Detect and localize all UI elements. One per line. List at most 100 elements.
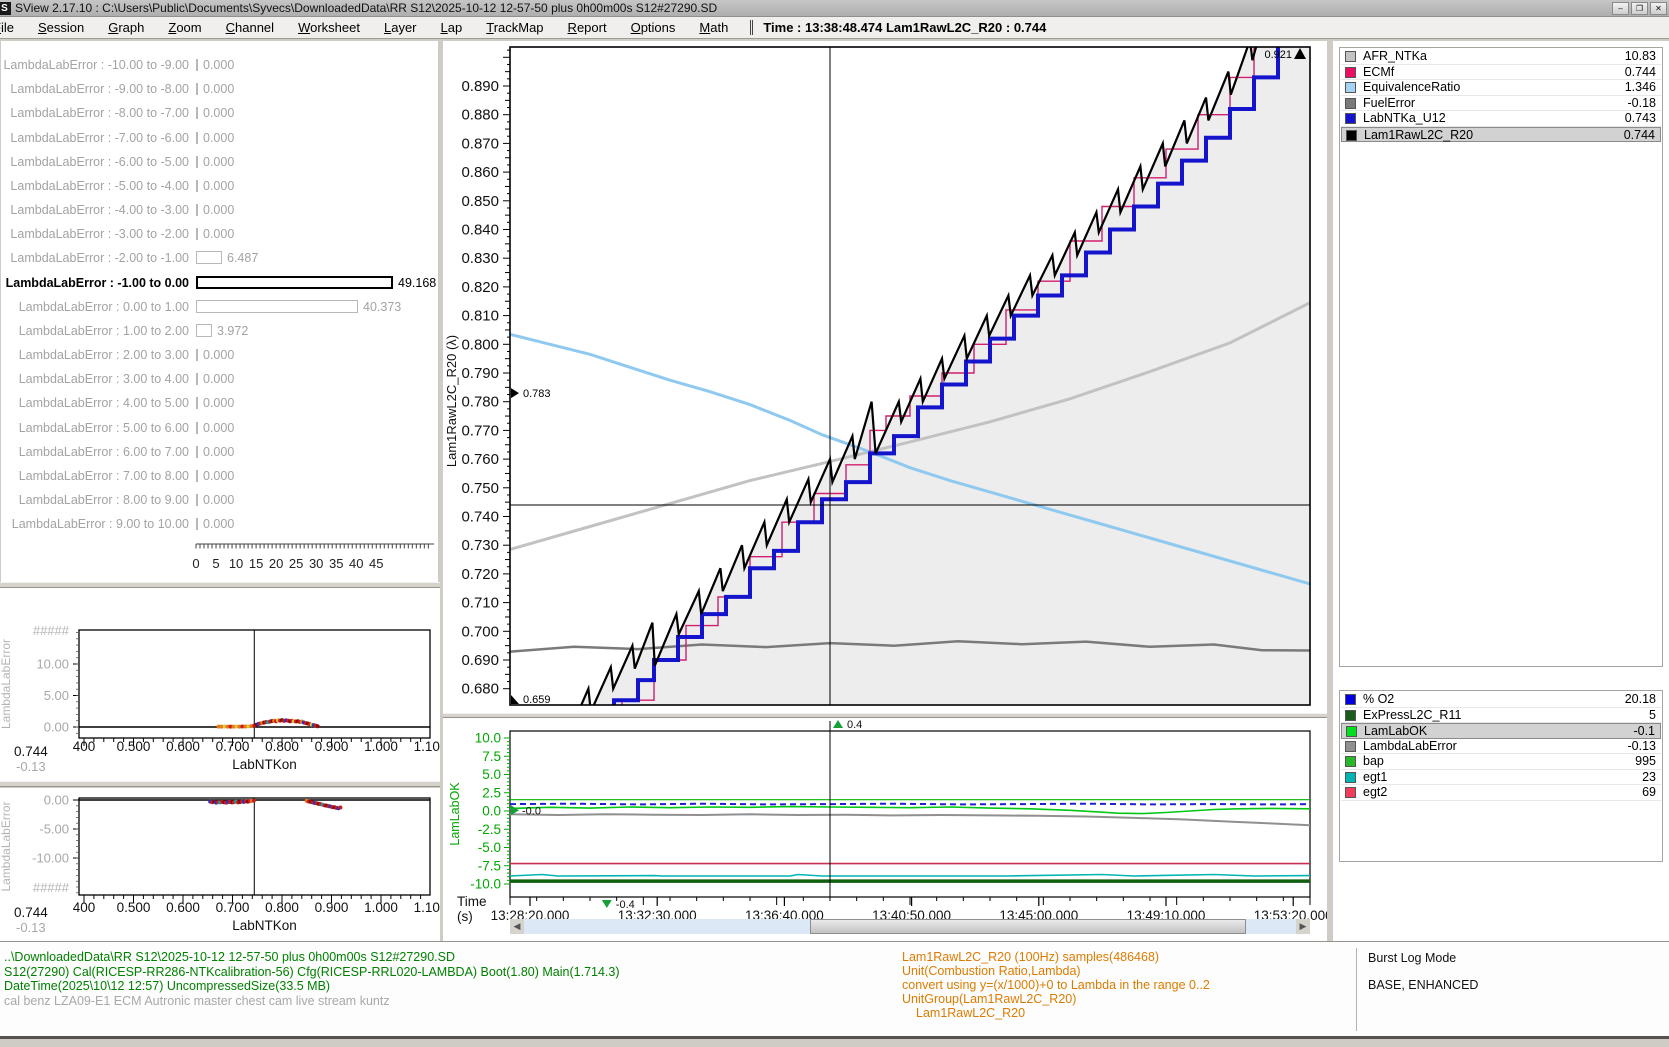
histogram-row[interactable]: LambdaLabError : 8.00 to 9.000.000 bbox=[1, 491, 438, 509]
histogram-row-label: LambdaLabError : 2.00 to 3.00 bbox=[1, 346, 189, 364]
histogram-row[interactable]: LambdaLabError : -8.00 to -7.000.000 bbox=[1, 104, 438, 122]
channel-color-swatch bbox=[1345, 772, 1356, 783]
histogram-panel[interactable]: LambdaLabError : -10.00 to -9.000.000 Lam… bbox=[1, 41, 438, 582]
histogram-zero-tick bbox=[196, 373, 198, 385]
svg-text:10.00: 10.00 bbox=[36, 657, 69, 672]
time-scrollbar[interactable]: ◀ ▶ bbox=[510, 919, 1310, 934]
cursor-readout: Time : 13:38:48.474 Lam1RawL2C_R20 : 0.7… bbox=[750, 20, 1046, 35]
sview-window: S SView 2.17.10 : C:\Users\Public\Docume… bbox=[0, 0, 1669, 1047]
channel-color-swatch bbox=[1346, 130, 1357, 141]
menu-item-layer[interactable]: Layer bbox=[384, 20, 417, 35]
menu-item-zoom[interactable]: Zoom bbox=[168, 20, 201, 35]
channel-row-labntka-u12[interactable]: LabNTKa_U120.743 bbox=[1341, 111, 1661, 127]
channel-row-afr-ntka[interactable]: AFR_NTKa10.83 bbox=[1341, 49, 1661, 65]
minimize-button[interactable]: – bbox=[1612, 2, 1629, 15]
channel-color-swatch bbox=[1345, 51, 1356, 62]
svg-text:-10.00: -10.00 bbox=[32, 851, 69, 866]
status-line-left: ..\DownloadedData\RR S12\2025-10-12 12-5… bbox=[4, 950, 455, 964]
histogram-row[interactable]: LambdaLabError : -9.00 to -8.000.000 bbox=[1, 80, 438, 98]
channel-row-lambdalaberror[interactable]: LambdaLabError-0.13 bbox=[1341, 739, 1661, 755]
title-bar: S SView 2.17.10 : C:\Users\Public\Docume… bbox=[0, 0, 1669, 17]
histogram-row[interactable]: LambdaLabError : 5.00 to 6.000.000 bbox=[1, 419, 438, 437]
channel-row-ecmf[interactable]: ECMf0.744 bbox=[1341, 65, 1661, 81]
histogram-row[interactable]: LambdaLabError : 3.00 to 4.000.000 bbox=[1, 370, 438, 388]
time-chart-panel[interactable]: -10.0-7.5-5.0-2.50.02.55.07.510.0LamLabO… bbox=[443, 718, 1327, 941]
histogram-row-value: 0.000 bbox=[203, 443, 234, 461]
close-button[interactable]: ✕ bbox=[1650, 2, 1667, 15]
histogram-row[interactable]: LambdaLabError : 2.00 to 3.00 0.000 bbox=[1, 346, 438, 364]
histogram-row-value: 0.000 bbox=[203, 104, 234, 122]
svg-text:0.600: 0.600 bbox=[166, 900, 200, 915]
menu-item-report[interactable]: Report bbox=[568, 20, 607, 35]
histogram-row[interactable]: LambdaLabError : -5.00 to -4.000.000 bbox=[1, 177, 438, 195]
scroll-left-icon[interactable]: ◀ bbox=[510, 919, 524, 934]
channel-row-lam1rawl2c-r20[interactable]: Lam1RawL2C_R200.744 bbox=[1341, 127, 1661, 143]
scatter-plot-bottom-panel[interactable]: LambdaLabError0.00-5.00-10.00#####4000.5… bbox=[0, 788, 440, 941]
channel-row-egt2[interactable]: egt269 bbox=[1341, 785, 1661, 801]
channel-value: 69 bbox=[1642, 785, 1656, 800]
histogram-row[interactable]: LambdaLabError : -6.00 to -5.000.000 bbox=[1, 153, 438, 171]
menu-item-worksheet[interactable]: Worksheet bbox=[298, 20, 360, 35]
svg-text:400: 400 bbox=[73, 739, 96, 754]
histogram-zero-tick bbox=[196, 59, 198, 71]
channel-list-main[interactable]: AFR_NTKa10.83ECMf0.744EquivalenceRatio1.… bbox=[1339, 47, 1663, 667]
histogram-row[interactable]: LambdaLabError : 9.00 to 10.000.000 bbox=[1, 515, 438, 533]
svg-text:1.100: 1.100 bbox=[414, 739, 440, 754]
histogram-row-value: 0.000 bbox=[203, 225, 234, 243]
channel-row-lamlabok[interactable]: LamLabOK-0.1 bbox=[1341, 723, 1661, 739]
histogram-row[interactable]: LambdaLabError : -7.00 to -6.000.000 bbox=[1, 129, 438, 147]
channel-row-expressl2c-r11[interactable]: ExPressL2C_R115 bbox=[1341, 708, 1661, 724]
svg-text:0.690: 0.690 bbox=[461, 652, 499, 669]
histogram-row-value: 0.000 bbox=[203, 346, 234, 364]
histogram-row-value: 0.000 bbox=[203, 80, 234, 98]
maximize-button[interactable]: ❐ bbox=[1631, 2, 1648, 15]
histogram-row[interactable]: LambdaLabError : 1.00 to 2.003.972 bbox=[1, 322, 438, 340]
menu-item-file[interactable]: File bbox=[0, 20, 14, 35]
histogram-row[interactable]: LambdaLabError : 0.00 to 1.0040.373 bbox=[1, 298, 438, 316]
window-bottom-edge bbox=[0, 1036, 1669, 1039]
scroll-right-icon[interactable]: ▶ bbox=[1296, 919, 1310, 934]
menu-item-session[interactable]: Session bbox=[38, 20, 84, 35]
series-egt-teal bbox=[510, 875, 1310, 877]
main-chart-panel[interactable]: 0.6800.6900.7000.7100.7200.7300.7400.750… bbox=[443, 41, 1327, 713]
svg-text:5: 5 bbox=[212, 556, 219, 571]
menu-item-trackmap[interactable]: TrackMap bbox=[486, 20, 543, 35]
burst-log-mode-label: Burst Log Mode bbox=[1368, 951, 1456, 965]
histogram-row[interactable]: LambdaLabError : 7.00 to 8.000.000 bbox=[1, 467, 438, 485]
svg-text:45: 45 bbox=[369, 556, 383, 571]
histogram-row[interactable]: LambdaLabError : -4.00 to -3.000.000 bbox=[1, 201, 438, 219]
histogram-row[interactable]: LambdaLabError : -1.00 to 0.0049.168 bbox=[1, 274, 438, 292]
splitter-horizontal[interactable] bbox=[0, 781, 440, 787]
scatter-plot-top-panel[interactable]: LambdaLabError0.005.0010.00#####4000.500… bbox=[0, 588, 440, 781]
menu-item-lap[interactable]: Lap bbox=[441, 20, 463, 35]
menu-item-math[interactable]: Math bbox=[699, 20, 728, 35]
channel-row--o2[interactable]: % O220.18 bbox=[1341, 692, 1661, 708]
status-line-left: DateTime(2025\10\12 12:57) UncompressedS… bbox=[4, 979, 330, 993]
channel-list-secondary[interactable]: % O220.18ExPressL2C_R115LamLabOK-0.1Lamb… bbox=[1339, 690, 1663, 862]
svg-text:Lam1RawL2C_R20 (λ): Lam1RawL2C_R20 (λ) bbox=[444, 335, 459, 467]
channel-row-equivalenceratio[interactable]: EquivalenceRatio1.346 bbox=[1341, 80, 1661, 96]
histogram-row-value: 0.000 bbox=[203, 177, 234, 195]
channel-name: EquivalenceRatio bbox=[1363, 80, 1460, 95]
menu-item-options[interactable]: Options bbox=[631, 20, 676, 35]
histogram-row-value: 0.000 bbox=[203, 370, 234, 388]
histogram-row-label: LambdaLabError : -7.00 to -6.00 bbox=[1, 129, 189, 147]
histogram-row[interactable]: LambdaLabError : -3.00 to -2.000.000 bbox=[1, 225, 438, 243]
channel-color-swatch bbox=[1345, 67, 1356, 78]
histogram-row[interactable]: LambdaLabError : 4.00 to 5.000.000 bbox=[1, 394, 438, 412]
channel-row-bap[interactable]: bap995 bbox=[1341, 754, 1661, 770]
svg-text:0.860: 0.860 bbox=[461, 164, 499, 181]
histogram-row[interactable]: LambdaLabError : -10.00 to -9.000.000 bbox=[1, 56, 438, 74]
histogram-row-label: LambdaLabError : 4.00 to 5.00 bbox=[1, 394, 189, 412]
histogram-row[interactable]: LambdaLabError : 6.00 to 7.000.000 bbox=[1, 443, 438, 461]
menu-item-graph[interactable]: Graph bbox=[108, 20, 144, 35]
histogram-row[interactable]: LambdaLabError : -2.00 to -1.006.487 bbox=[1, 249, 438, 267]
svg-text:LambdaLabError: LambdaLabError bbox=[0, 639, 13, 729]
svg-text:0.810: 0.810 bbox=[461, 308, 499, 325]
series-LambdaLabError bbox=[510, 814, 1310, 825]
svg-text:0.770: 0.770 bbox=[461, 422, 499, 439]
channel-row-egt1[interactable]: egt123 bbox=[1341, 770, 1661, 786]
channel-row-fuelerror[interactable]: FuelError-0.18 bbox=[1341, 96, 1661, 112]
menu-item-channel[interactable]: Channel bbox=[226, 20, 274, 35]
scrollbar-thumb[interactable] bbox=[810, 919, 1246, 934]
